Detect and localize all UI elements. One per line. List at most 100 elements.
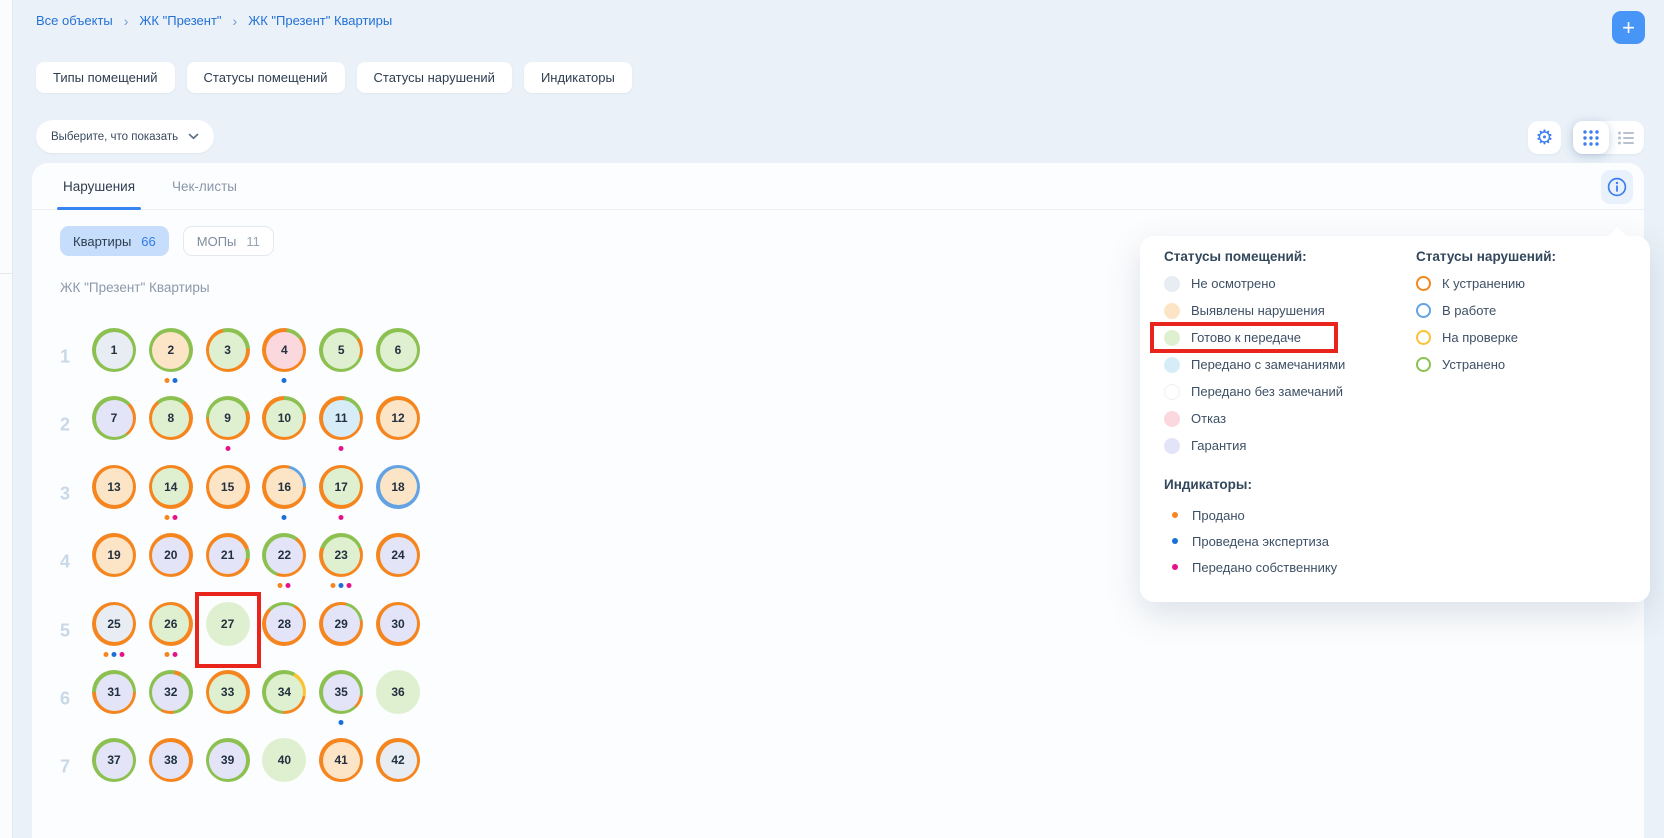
- unit-circle-16[interactable]: 16: [262, 465, 306, 509]
- unit-circle-28[interactable]: 28: [262, 602, 306, 646]
- unit-cell-27: 27: [206, 602, 250, 646]
- settings-button[interactable]: ⚙: [1528, 121, 1561, 154]
- legend-item-indicator: Передано собственнику: [1164, 554, 1337, 580]
- unit-circle-7[interactable]: 7: [92, 396, 136, 440]
- unit-circle-36[interactable]: 36: [376, 670, 420, 714]
- filter-chip-room-statuses[interactable]: Статусы помещений: [187, 62, 345, 93]
- unit-circle-18[interactable]: 18: [376, 465, 420, 509]
- unit-number: 18: [380, 468, 417, 505]
- filter-chip-violation-statuses[interactable]: Статусы нарушений: [357, 62, 512, 93]
- violation-status-swatch: [1416, 303, 1431, 318]
- unit-circle-34[interactable]: 34: [262, 670, 306, 714]
- unit-number: 3: [209, 332, 246, 369]
- unit-circle-19[interactable]: 19: [92, 533, 136, 577]
- indicator-dot: [164, 515, 169, 520]
- unit-cell-24: 24: [376, 533, 420, 577]
- unit-number: 16: [266, 468, 303, 505]
- room-status-swatch: [1164, 330, 1180, 346]
- unit-circle-9[interactable]: 9: [206, 396, 250, 440]
- unit-circle-13[interactable]: 13: [92, 465, 136, 509]
- unit-circle-2[interactable]: 2: [149, 328, 193, 372]
- room-status-swatch: [1164, 357, 1180, 373]
- floor-label: 2: [60, 415, 70, 436]
- floor-row-3: 3131415161718: [32, 465, 552, 509]
- pill-mops[interactable]: МОПы 11: [183, 226, 274, 256]
- grid-view-button[interactable]: [1573, 121, 1609, 154]
- unit-indicator-dots: [164, 378, 177, 383]
- unit-circle-30[interactable]: 30: [376, 602, 420, 646]
- unit-circle-33[interactable]: 33: [206, 670, 250, 714]
- unit-circle-21[interactable]: 21: [206, 533, 250, 577]
- display-filter-dropdown-label: Выберите, что показать: [51, 131, 178, 143]
- breadcrumb-separator-icon: ›: [124, 13, 129, 28]
- filter-chip-room-types[interactable]: Типы помещений: [36, 62, 175, 93]
- tab-violations[interactable]: Нарушения: [63, 163, 135, 209]
- unit-circle-35[interactable]: 35: [319, 670, 363, 714]
- unit-circle-22[interactable]: 22: [262, 533, 306, 577]
- unit-circle-32[interactable]: 32: [149, 670, 193, 714]
- violation-status-swatch: [1416, 330, 1431, 345]
- add-button[interactable]: +: [1612, 11, 1645, 44]
- legend-item-label: Устранено: [1442, 357, 1505, 372]
- unit-circle-15[interactable]: 15: [206, 465, 250, 509]
- pill-apartments-label: Квартиры: [73, 234, 131, 249]
- unit-cell-13: 13: [92, 465, 136, 509]
- unit-cell-30: 30: [376, 602, 420, 646]
- unit-circle-8[interactable]: 8: [149, 396, 193, 440]
- unit-circle-26[interactable]: 26: [149, 602, 193, 646]
- unit-circle-24[interactable]: 24: [376, 533, 420, 577]
- unit-circle-20[interactable]: 20: [149, 533, 193, 577]
- unit-cell-9: 9: [206, 396, 250, 440]
- unit-indicator-dots: [282, 515, 287, 520]
- unit-circle-14[interactable]: 14: [149, 465, 193, 509]
- unit-circle-38[interactable]: 38: [149, 738, 193, 782]
- unit-cell-41: 41: [319, 738, 363, 782]
- unit-number: 19: [96, 537, 133, 574]
- unit-circle-25[interactable]: 25: [92, 602, 136, 646]
- breadcrumb-item-apartments[interactable]: ЖК "Презент" Квартиры: [248, 13, 392, 28]
- unit-circle-1[interactable]: 1: [92, 328, 136, 372]
- unit-circle-23[interactable]: 23: [319, 533, 363, 577]
- unit-circle-40[interactable]: 40: [262, 738, 306, 782]
- unit-circle-29[interactable]: 29: [319, 602, 363, 646]
- indicator-dot: [278, 583, 283, 588]
- unit-circle-17[interactable]: 17: [319, 465, 363, 509]
- legend-item-violation-status: Устранено: [1416, 351, 1556, 378]
- info-button[interactable]: [1601, 170, 1633, 204]
- unit-circle-42[interactable]: 42: [376, 738, 420, 782]
- display-filter-dropdown[interactable]: Выберите, что показать: [36, 120, 214, 153]
- unit-circle-3[interactable]: 3: [206, 328, 250, 372]
- legend-indicators-title: Индикаторы:: [1164, 476, 1337, 493]
- indicator-dot: [225, 446, 230, 451]
- unit-cell-42: 42: [376, 738, 420, 782]
- legend-item-label: Проведена экспертиза: [1192, 534, 1329, 549]
- unit-number: 25: [96, 605, 133, 642]
- unit-circle-4[interactable]: 4: [262, 328, 306, 372]
- pill-apartments[interactable]: Квартиры 66: [60, 226, 169, 256]
- list-view-button[interactable]: [1609, 121, 1645, 154]
- unit-circle-37[interactable]: 37: [92, 738, 136, 782]
- unit-number: 33: [209, 674, 246, 711]
- room-status-swatch: [1164, 384, 1180, 400]
- indicator-dot: [164, 378, 169, 383]
- unit-circle-12[interactable]: 12: [376, 396, 420, 440]
- filter-chip-indicators[interactable]: Индикаторы: [524, 62, 632, 93]
- unit-indicator-dots: [339, 446, 344, 451]
- tab-checklists[interactable]: Чек-листы: [172, 163, 237, 209]
- unit-circle-31[interactable]: 31: [92, 670, 136, 714]
- unit-number: 29: [323, 605, 360, 642]
- unit-circle-6[interactable]: 6: [376, 328, 420, 372]
- filter-chips-row: Типы помещений Статусы помещений Статусы н…: [36, 62, 632, 93]
- unit-circle-11[interactable]: 11: [319, 396, 363, 440]
- unit-circle-10[interactable]: 10: [262, 396, 306, 440]
- view-mode-toggle: [1573, 121, 1644, 154]
- unit-circle-41[interactable]: 41: [319, 738, 363, 782]
- unit-circle-39[interactable]: 39: [206, 738, 250, 782]
- unit-cell-12: 12: [376, 396, 420, 440]
- legend-item-room-status: Готово к передаче: [1164, 324, 1345, 351]
- list-icon: [1617, 130, 1635, 146]
- unit-circle-5[interactable]: 5: [319, 328, 363, 372]
- breadcrumb-item-all-objects[interactable]: Все объекты: [36, 13, 113, 28]
- breadcrumb-item-project[interactable]: ЖК "Презент": [139, 13, 221, 28]
- unit-cell-20: 20: [149, 533, 193, 577]
